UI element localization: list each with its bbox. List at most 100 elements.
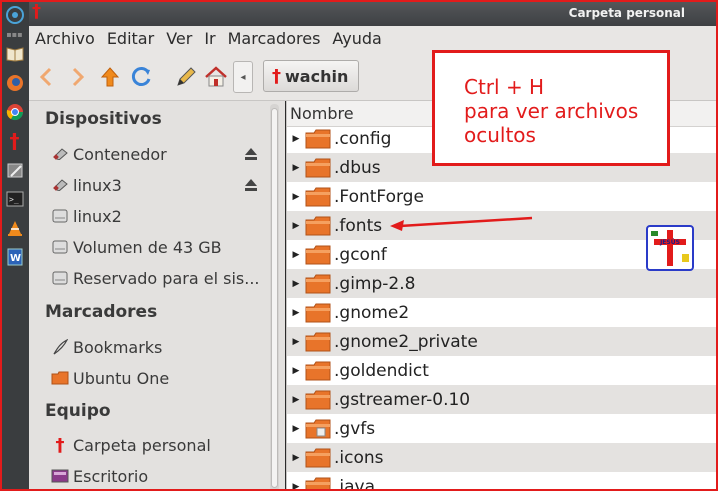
folder-icon (305, 332, 331, 351)
sidebar-section-devices: Dispositivos (45, 109, 162, 129)
file-name: .gvfs (334, 418, 376, 439)
launcher: ▪▪▪ † >_ W (0, 0, 30, 491)
menu-editar[interactable]: Editar (101, 26, 160, 52)
breadcrumb-home[interactable]: † wachin (263, 60, 360, 92)
folder-icon (305, 245, 331, 264)
folder-icon (51, 369, 69, 387)
file-row[interactable]: ▶ .icons (287, 443, 718, 472)
expand-triangle-icon[interactable]: ▶ (287, 221, 305, 231)
folder-icon (305, 361, 331, 380)
sidebar-item-label: Carpeta personal (73, 435, 211, 455)
home-button[interactable] (203, 64, 229, 90)
sidebar-item-linux2[interactable]: linux2 (51, 204, 122, 228)
file-row[interactable]: ▶ .gnome2_private (287, 327, 718, 356)
file-name: .gstreamer-0.10 (334, 389, 471, 410)
menu-ir[interactable]: Ir (198, 26, 221, 52)
text-editor-icon[interactable] (0, 155, 29, 184)
file-row[interactable]: ▶ .gimp-2.8 (287, 269, 718, 298)
eject-icon[interactable] (244, 178, 258, 192)
svg-text:>_: >_ (9, 195, 19, 204)
eject-icon[interactable] (244, 147, 258, 161)
expand-triangle-icon[interactable]: ▶ (287, 482, 305, 491)
terminal-icon[interactable]: >_ (0, 184, 29, 213)
back-button[interactable] (33, 64, 59, 90)
sidebar-item-label: linux3 (73, 175, 122, 195)
home-icon (205, 66, 227, 87)
chevron-right-icon (72, 67, 85, 87)
expand-triangle-icon[interactable]: ▶ (287, 395, 305, 405)
sidebar-item-label: Bookmarks (73, 337, 163, 357)
hard-disk-icon (51, 269, 69, 287)
sidebar-item-ubuntu-one[interactable]: Ubuntu One (51, 366, 169, 390)
usb-drive-icon (51, 145, 69, 163)
sidebar-scrollbar-thumb[interactable] (271, 108, 278, 488)
dash-home-icon[interactable] (0, 0, 29, 29)
file-row[interactable]: ▶ .goldendict (287, 356, 718, 385)
menu-ayuda[interactable]: Ayuda (326, 26, 387, 52)
sidebar-item-bookmarks[interactable]: Bookmarks (51, 335, 162, 359)
reload-button[interactable] (129, 64, 155, 90)
sidebar-scrollbar[interactable] (270, 104, 279, 491)
sidebar-item-label: Volumen de 43 GB (73, 237, 222, 257)
file-name: .FontForge (334, 186, 424, 207)
menu-marcadores[interactable]: Marcadores (222, 26, 327, 52)
file-row[interactable]: ▶ .gvfs (287, 414, 718, 443)
feather-icon (51, 338, 69, 356)
hard-disk-icon (51, 238, 69, 256)
sidebar-item-contenedor[interactable]: Contenedor (51, 142, 167, 166)
up-button[interactable] (97, 64, 123, 90)
folder-icon (305, 216, 331, 235)
annotation-line-1: Ctrl + H (464, 75, 545, 99)
book-icon[interactable] (0, 39, 29, 68)
sidebar-item-label: Contenedor (73, 144, 167, 164)
file-name: .icons (334, 447, 384, 468)
sidebar-item-volumen-43gb[interactable]: Volumen de 43 GB (51, 235, 222, 259)
forward-button[interactable] (65, 64, 91, 90)
window-title: Carpeta personal (568, 6, 685, 20)
file-row[interactable]: ▶ .java (287, 472, 718, 491)
expand-triangle-icon[interactable]: ▶ (287, 308, 305, 318)
writer-icon[interactable]: W (0, 242, 29, 271)
breadcrumb-scroll-left[interactable]: ◂ (233, 61, 253, 93)
file-name: .goldendict (334, 360, 429, 381)
chevron-left-icon (39, 67, 52, 87)
sidebar-item-reservado[interactable]: Reservado para el sis... (51, 266, 259, 290)
annotation-line-3: ocultos (464, 123, 536, 147)
expand-triangle-icon[interactable]: ▶ (287, 453, 305, 463)
sidebar-item-carpeta-personal[interactable]: † Carpeta personal (51, 433, 211, 457)
menu-bar: Archivo Editar Ver Ir Marcadores Ayuda (29, 26, 718, 52)
file-row[interactable]: ▶ .gstreamer-0.10 (287, 385, 718, 414)
sidebar-item-escritorio[interactable]: Escritorio (51, 464, 148, 488)
firefox-icon[interactable] (0, 68, 29, 97)
folder-icon (305, 390, 331, 409)
menu-dots-icon: ▪▪▪ (6, 29, 23, 39)
sidebar-section-computer: Equipo (45, 401, 111, 421)
sidebar-section-bookmarks: Marcadores (45, 302, 158, 322)
red-cross-icon[interactable]: † (0, 126, 29, 155)
edit-location-button[interactable] (173, 64, 199, 90)
expand-triangle-icon[interactable]: ▶ (287, 424, 305, 434)
menu-ver[interactable]: Ver (160, 26, 198, 52)
chrome-icon[interactable] (0, 97, 29, 126)
sidebar-item-label: Reservado para el sis... (73, 268, 260, 288)
expand-triangle-icon[interactable]: ▶ (287, 163, 305, 173)
hard-disk-icon (51, 207, 69, 225)
svg-text:W: W (10, 253, 21, 264)
expand-triangle-icon[interactable]: ▶ (287, 250, 305, 260)
file-name: .gconf (334, 244, 387, 265)
expand-triangle-icon[interactable]: ▶ (287, 192, 305, 202)
sidebar-item-linux3[interactable]: linux3 (51, 173, 122, 197)
expand-triangle-icon[interactable]: ▶ (287, 337, 305, 347)
file-name: .gnome2 (334, 302, 410, 323)
sidebar-item-label: linux2 (73, 206, 122, 226)
menu-archivo[interactable]: Archivo (29, 26, 101, 52)
expand-triangle-icon[interactable]: ▶ (287, 134, 305, 144)
expand-triangle-icon[interactable]: ▶ (287, 366, 305, 376)
vlc-icon[interactable] (0, 213, 29, 242)
folder-icon (305, 419, 331, 438)
file-row[interactable]: ▶ .gnome2 (287, 298, 718, 327)
expand-triangle-icon[interactable]: ▶ (287, 279, 305, 289)
sidebar-item-label: Ubuntu One (73, 368, 170, 388)
file-row[interactable]: ▶ .FontForge (287, 182, 718, 211)
file-name: .fonts (334, 215, 383, 236)
